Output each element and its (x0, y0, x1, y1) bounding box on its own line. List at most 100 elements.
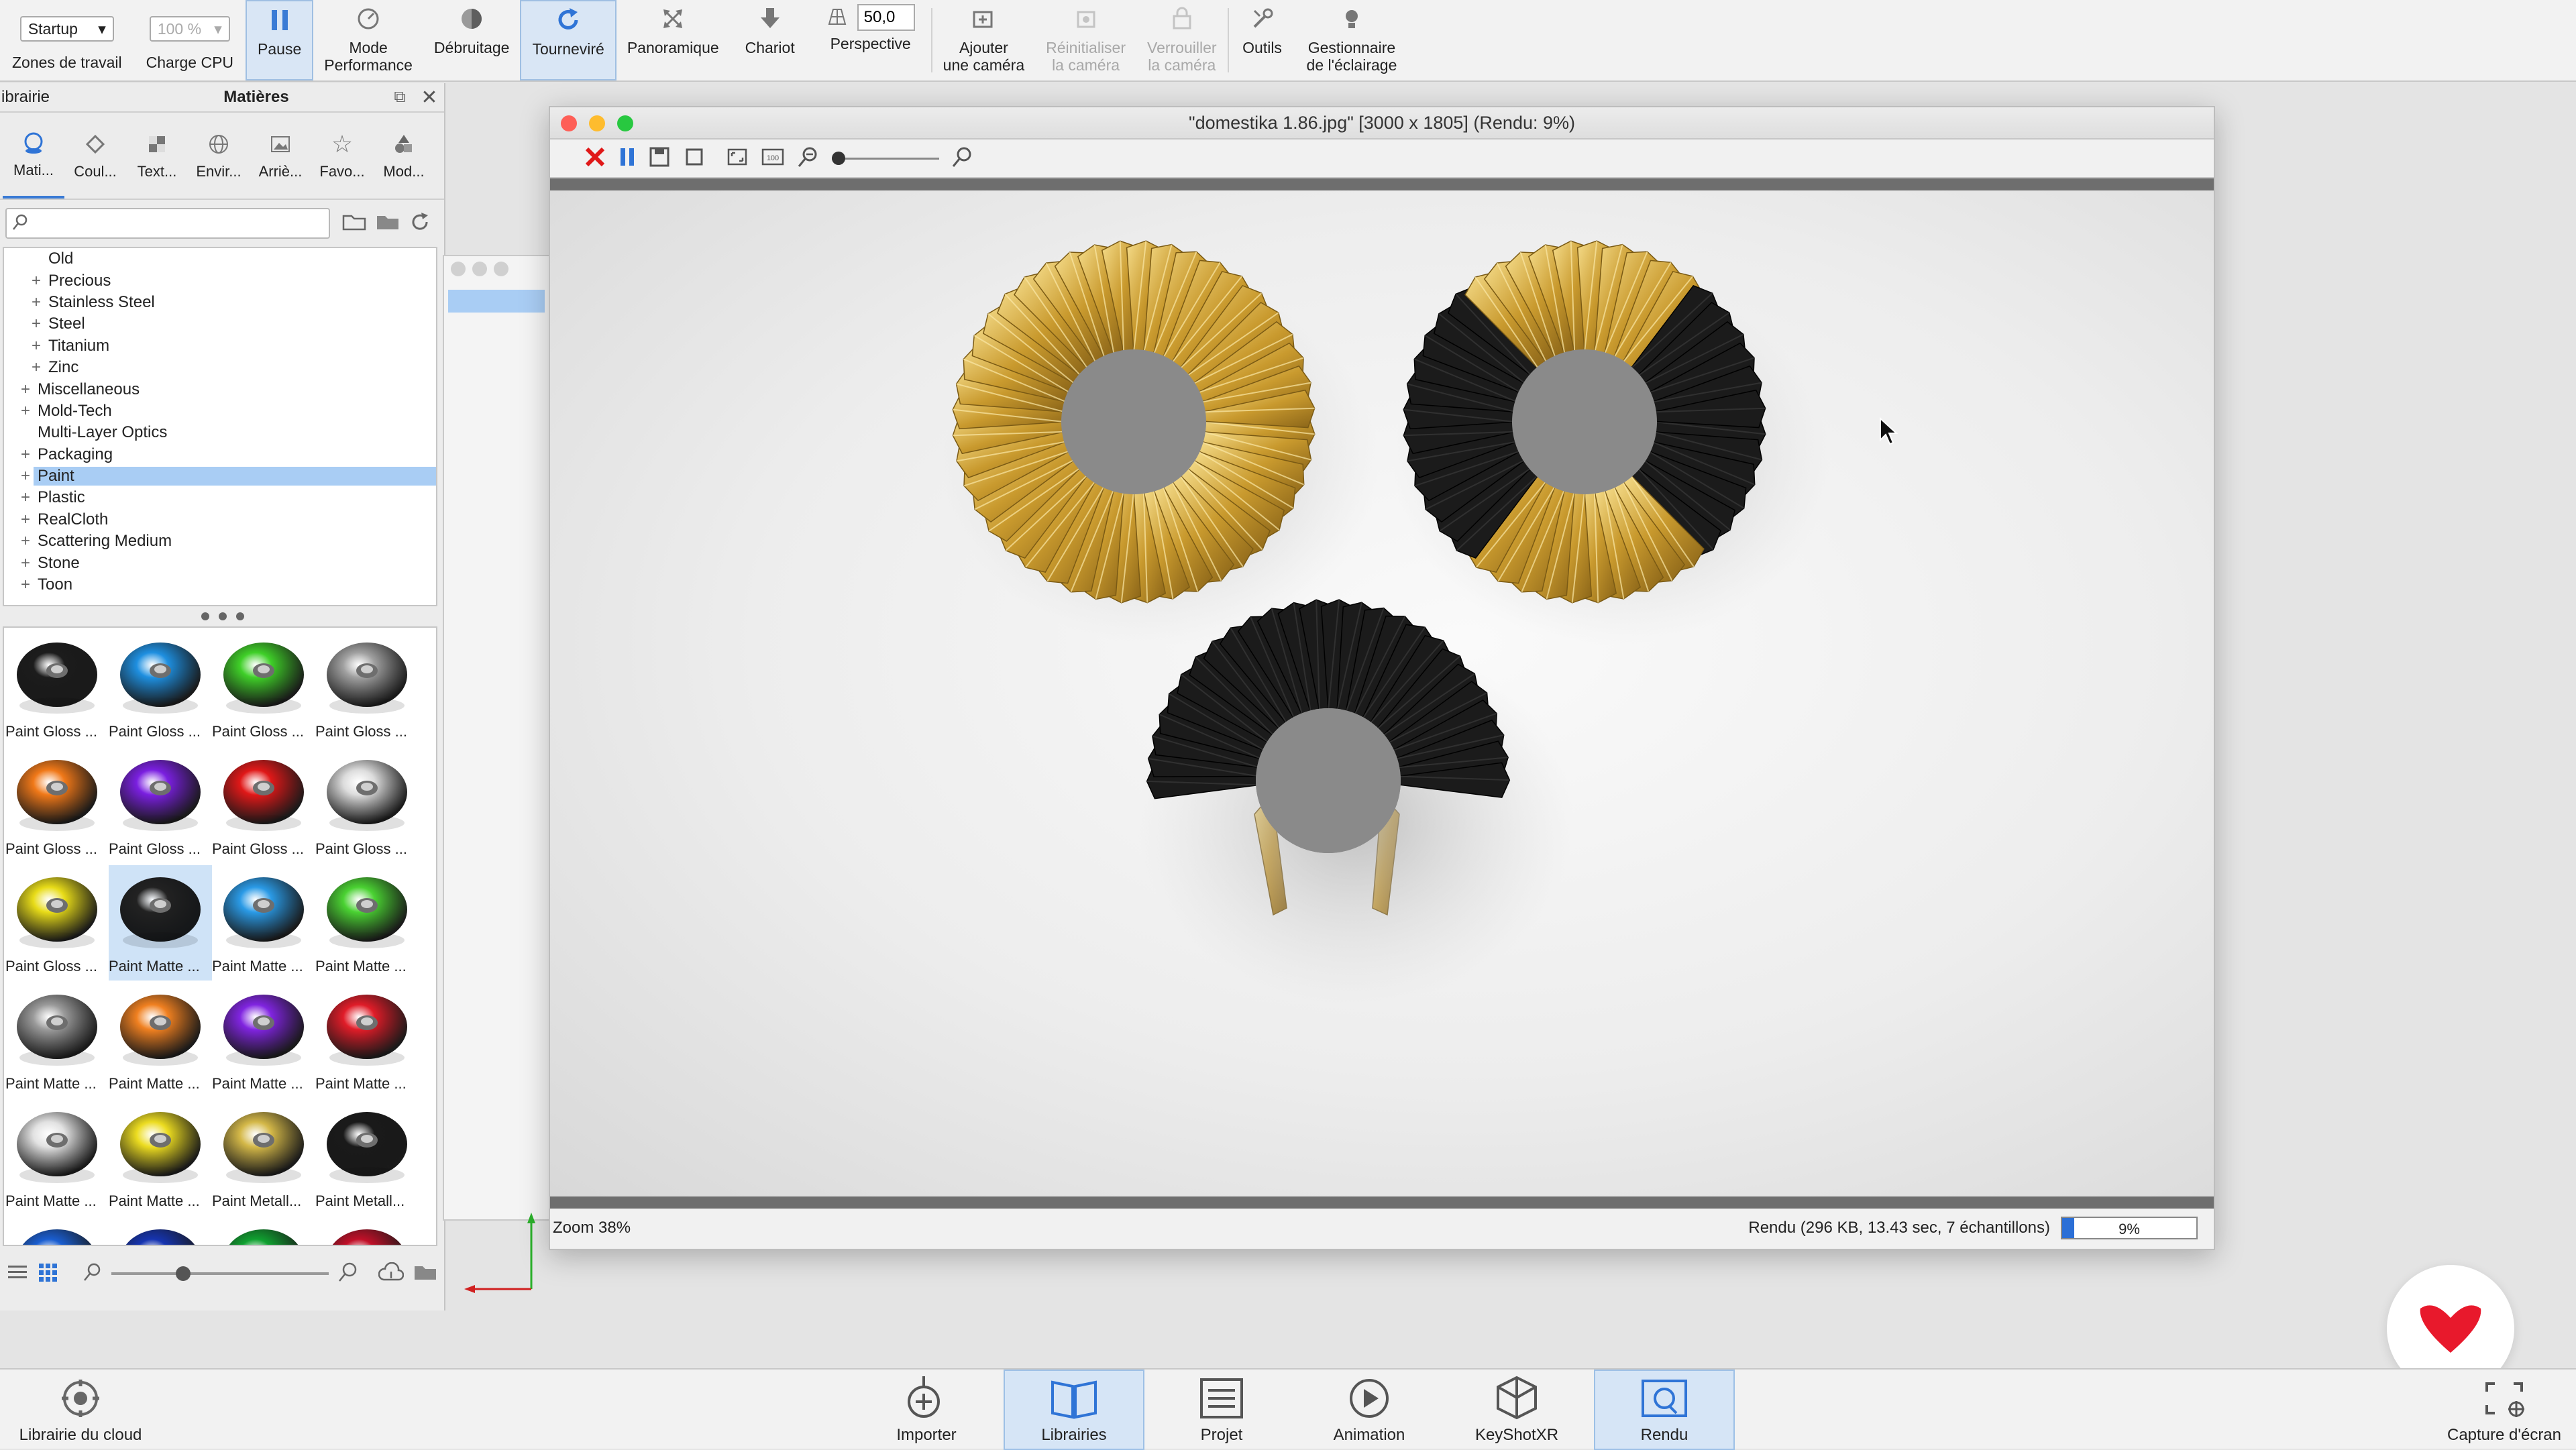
material-thumbnail[interactable] (315, 1217, 419, 1245)
material-thumbnail[interactable]: Paint Metall... (212, 1100, 315, 1215)
material-thumbnail[interactable]: Paint Gloss ... (109, 630, 212, 746)
zoom-out-icon[interactable] (83, 1262, 102, 1286)
keyshotxr-button[interactable]: KeyShotXR (1446, 1370, 1587, 1450)
lock-camera-button[interactable]: Verrouiller la caméra (1136, 0, 1228, 80)
project-button[interactable]: Projet (1151, 1370, 1292, 1450)
tree-expander-icon[interactable]: + (17, 402, 34, 421)
tab-backgrounds[interactable]: Arriè... (250, 113, 311, 199)
save-icon[interactable] (648, 146, 671, 172)
material-thumbnail[interactable]: Paint Gloss ... (5, 865, 109, 981)
tree-expander-icon[interactable]: + (28, 272, 44, 290)
material-thumbnail[interactable]: Paint Gloss ... (315, 748, 419, 863)
maximize-window-button[interactable] (617, 115, 633, 131)
tree-expander-icon[interactable]: + (17, 575, 34, 594)
tree-item[interactable]: Multi-Layer Optics (4, 422, 436, 443)
tools-button[interactable]: Outils (1229, 0, 1296, 80)
minimize-window-button[interactable] (589, 115, 605, 131)
tab-textures[interactable]: Text... (126, 113, 188, 199)
tree-expander-icon[interactable]: + (17, 554, 34, 573)
dolly-button[interactable]: Chariot (730, 0, 810, 80)
material-thumbnail[interactable]: Paint Matte ... (5, 1100, 109, 1215)
close-icon[interactable]: ✕ (415, 86, 444, 109)
animation-button[interactable]: Animation (1299, 1370, 1440, 1450)
pan-button[interactable]: Panoramique (616, 0, 730, 80)
material-thumbnail[interactable]: Paint Gloss ... (315, 630, 419, 746)
tree-item[interactable]: + RealCloth (4, 509, 436, 531)
tree-item[interactable]: + Paint (4, 465, 436, 487)
pause-button[interactable]: Pause (246, 0, 314, 80)
grid-view-icon[interactable] (38, 1262, 58, 1286)
material-thumbnail[interactable]: Paint Matte ... (5, 983, 109, 1098)
tree-item[interactable]: + Plastic (4, 487, 436, 508)
tree-expander-icon[interactable]: + (28, 293, 44, 312)
folder-add-icon[interactable] (376, 212, 401, 235)
zoom-in-icon[interactable] (951, 146, 974, 172)
add-camera-button[interactable]: Ajouter une caméra (932, 0, 1035, 80)
tree-expander-icon[interactable]: + (17, 488, 34, 507)
undock-icon[interactable]: ⧉ (385, 88, 415, 107)
search-input[interactable] (5, 208, 330, 239)
render-viewport[interactable] (550, 190, 2214, 1196)
tree-item[interactable]: + Miscellaneous (4, 378, 436, 400)
stop-render-icon[interactable] (584, 146, 606, 172)
folder-open-icon[interactable] (342, 212, 368, 235)
material-thumbnail[interactable] (109, 1217, 212, 1245)
close-window-button[interactable] (561, 115, 577, 131)
actual-size-icon[interactable]: 100 (761, 146, 785, 172)
material-thumbnail[interactable]: Paint Gloss ... (212, 630, 315, 746)
tab-environments[interactable]: Envir... (188, 113, 250, 199)
material-thumbnail[interactable]: Paint Metall... (315, 1100, 419, 1215)
region-icon[interactable] (683, 146, 706, 172)
cloud-upload-icon[interactable] (378, 1262, 405, 1286)
material-thumbnail[interactable]: Paint Matte ... (212, 865, 315, 981)
material-thumbnail[interactable] (5, 1217, 109, 1245)
material-thumbnail[interactable]: Paint Matte ... (109, 1100, 212, 1215)
tab-favorites[interactable]: ☆ Favo... (311, 113, 373, 199)
tab-materials[interactable]: Mati... (3, 113, 64, 199)
tree-item[interactable]: + Zinc (4, 357, 436, 378)
zoom-slider-handle[interactable] (832, 152, 845, 165)
tree-item[interactable]: + Toon (4, 574, 436, 596)
tree-item[interactable]: Old (4, 248, 436, 270)
tree-expander-icon[interactable]: + (28, 337, 44, 355)
screenshot-button[interactable]: Capture d'écran (2432, 1370, 2576, 1450)
refresh-icon[interactable] (409, 211, 431, 236)
tree-item[interactable]: + Stainless Steel (4, 292, 436, 313)
import-button[interactable]: Importer (856, 1370, 997, 1450)
zoom-out-icon[interactable] (797, 146, 820, 172)
tree-item[interactable]: + Titanium (4, 335, 436, 357)
render-button[interactable]: Rendu (1594, 1370, 1735, 1450)
performance-mode-button[interactable]: Mode Performance (313, 0, 423, 80)
tree-expander-icon[interactable]: + (17, 467, 34, 486)
tree-item[interactable]: + Packaging (4, 444, 436, 465)
panel-splitter[interactable] (0, 606, 445, 626)
tumble-button[interactable]: Tourneviré (520, 0, 616, 80)
list-view-icon[interactable] (7, 1263, 28, 1285)
material-thumbnail[interactable]: Paint Gloss ... (109, 748, 212, 863)
tree-expander-icon[interactable]: + (17, 510, 34, 529)
slider-handle[interactable] (176, 1266, 191, 1281)
material-thumbnail[interactable]: Paint Gloss ... (212, 748, 315, 863)
material-thumbnail[interactable]: Paint Gloss ... (5, 748, 109, 863)
reset-camera-button[interactable]: Réinitialiser la caméra (1035, 0, 1136, 80)
tree-expander-icon[interactable]: + (28, 358, 44, 377)
tree-expander-icon[interactable]: + (28, 315, 44, 333)
lighting-manager-button[interactable]: Gestionnaire de l'éclairage (1296, 0, 1408, 80)
material-thumbnail[interactable]: Paint Gloss ... (5, 630, 109, 746)
workspace-select[interactable]: Startup ▾ (19, 16, 114, 42)
libraries-button[interactable]: Librairies (1004, 1370, 1144, 1450)
perspective-input[interactable] (857, 4, 915, 31)
tab-models[interactable]: Mod... (373, 113, 435, 199)
tree-expander-icon[interactable]: + (17, 380, 34, 399)
tree-item[interactable]: + Scattering Medium (4, 531, 436, 552)
thumbnail-size-slider[interactable] (111, 1264, 329, 1284)
zoom-slider[interactable] (832, 148, 939, 168)
material-thumbnail[interactable] (212, 1217, 315, 1245)
material-thumbnail[interactable]: Paint Matte ... (109, 983, 212, 1098)
pause-render-icon[interactable] (619, 146, 636, 172)
material-thumbnail[interactable]: Paint Matte ... (109, 865, 212, 981)
tree-expander-icon[interactable]: + (17, 445, 34, 464)
tree-item[interactable]: + Stone (4, 552, 436, 573)
zoom-in-icon[interactable] (338, 1262, 358, 1286)
cpu-select[interactable]: 100 % ▾ (149, 16, 230, 42)
